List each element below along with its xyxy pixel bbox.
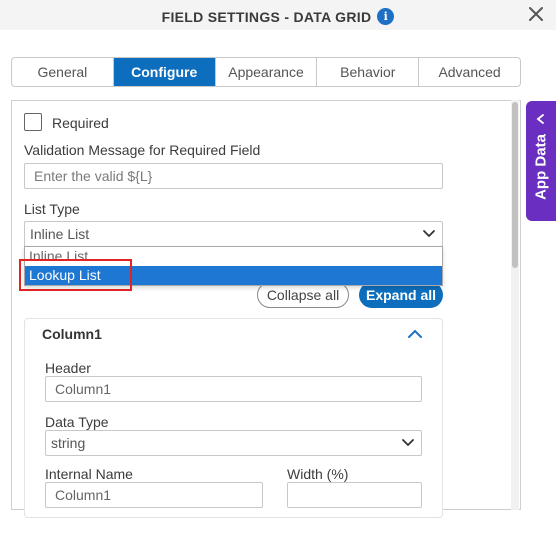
chevron-down-icon (423, 230, 435, 238)
info-icon[interactable]: i (377, 8, 395, 25)
internal-name-label: Internal Name (45, 466, 133, 482)
data-type-label: Data Type (45, 414, 109, 430)
chevron-left-icon (536, 114, 544, 124)
required-checkbox[interactable] (24, 113, 42, 131)
tab-general[interactable]: General (12, 58, 114, 86)
list-type-select[interactable]: Inline List (24, 221, 443, 247)
app-data-label: App Data (532, 134, 550, 200)
tab-appearance[interactable]: Appearance (216, 58, 318, 86)
tab-advanced[interactable]: Advanced (419, 58, 520, 86)
option-inline-list[interactable]: Inline List (25, 247, 442, 266)
chevron-down-icon (402, 439, 414, 447)
internal-name-input[interactable]: Column1 (45, 482, 263, 508)
option-lookup-list[interactable]: Lookup List (25, 266, 442, 285)
validation-message-label: Validation Message for Required Field (24, 142, 261, 158)
data-type-value: string (51, 435, 86, 451)
panel-scrollbar-thumb[interactable] (512, 102, 518, 268)
close-icon[interactable] (528, 6, 544, 22)
list-type-value: Inline List (30, 226, 90, 242)
width-label: Width (%) (287, 466, 349, 482)
tab-configure[interactable]: Configure (113, 58, 216, 86)
chevron-up-icon[interactable] (407, 328, 423, 340)
header-label: Header (45, 360, 91, 376)
settings-tabs: General Configure Appearance Behavior Ad… (11, 57, 521, 87)
column-title: Column1 (42, 326, 102, 342)
app-data-panel-tab[interactable]: App Data (526, 101, 556, 221)
validation-message-input[interactable]: Enter the valid ${L} (24, 163, 443, 189)
data-type-select[interactable]: string (45, 430, 422, 456)
header-input[interactable]: Column1 (45, 376, 422, 402)
tab-behavior[interactable]: Behavior (317, 58, 420, 86)
list-type-label: List Type (24, 201, 80, 217)
dialog-title-row: FIELD SETTINGS - DATA GRID i (0, 8, 556, 25)
list-type-dropdown: Inline List Lookup List (24, 246, 443, 286)
width-input[interactable] (287, 482, 422, 508)
required-label: Required (52, 115, 109, 131)
dialog-title: FIELD SETTINGS - DATA GRID (161, 8, 372, 25)
